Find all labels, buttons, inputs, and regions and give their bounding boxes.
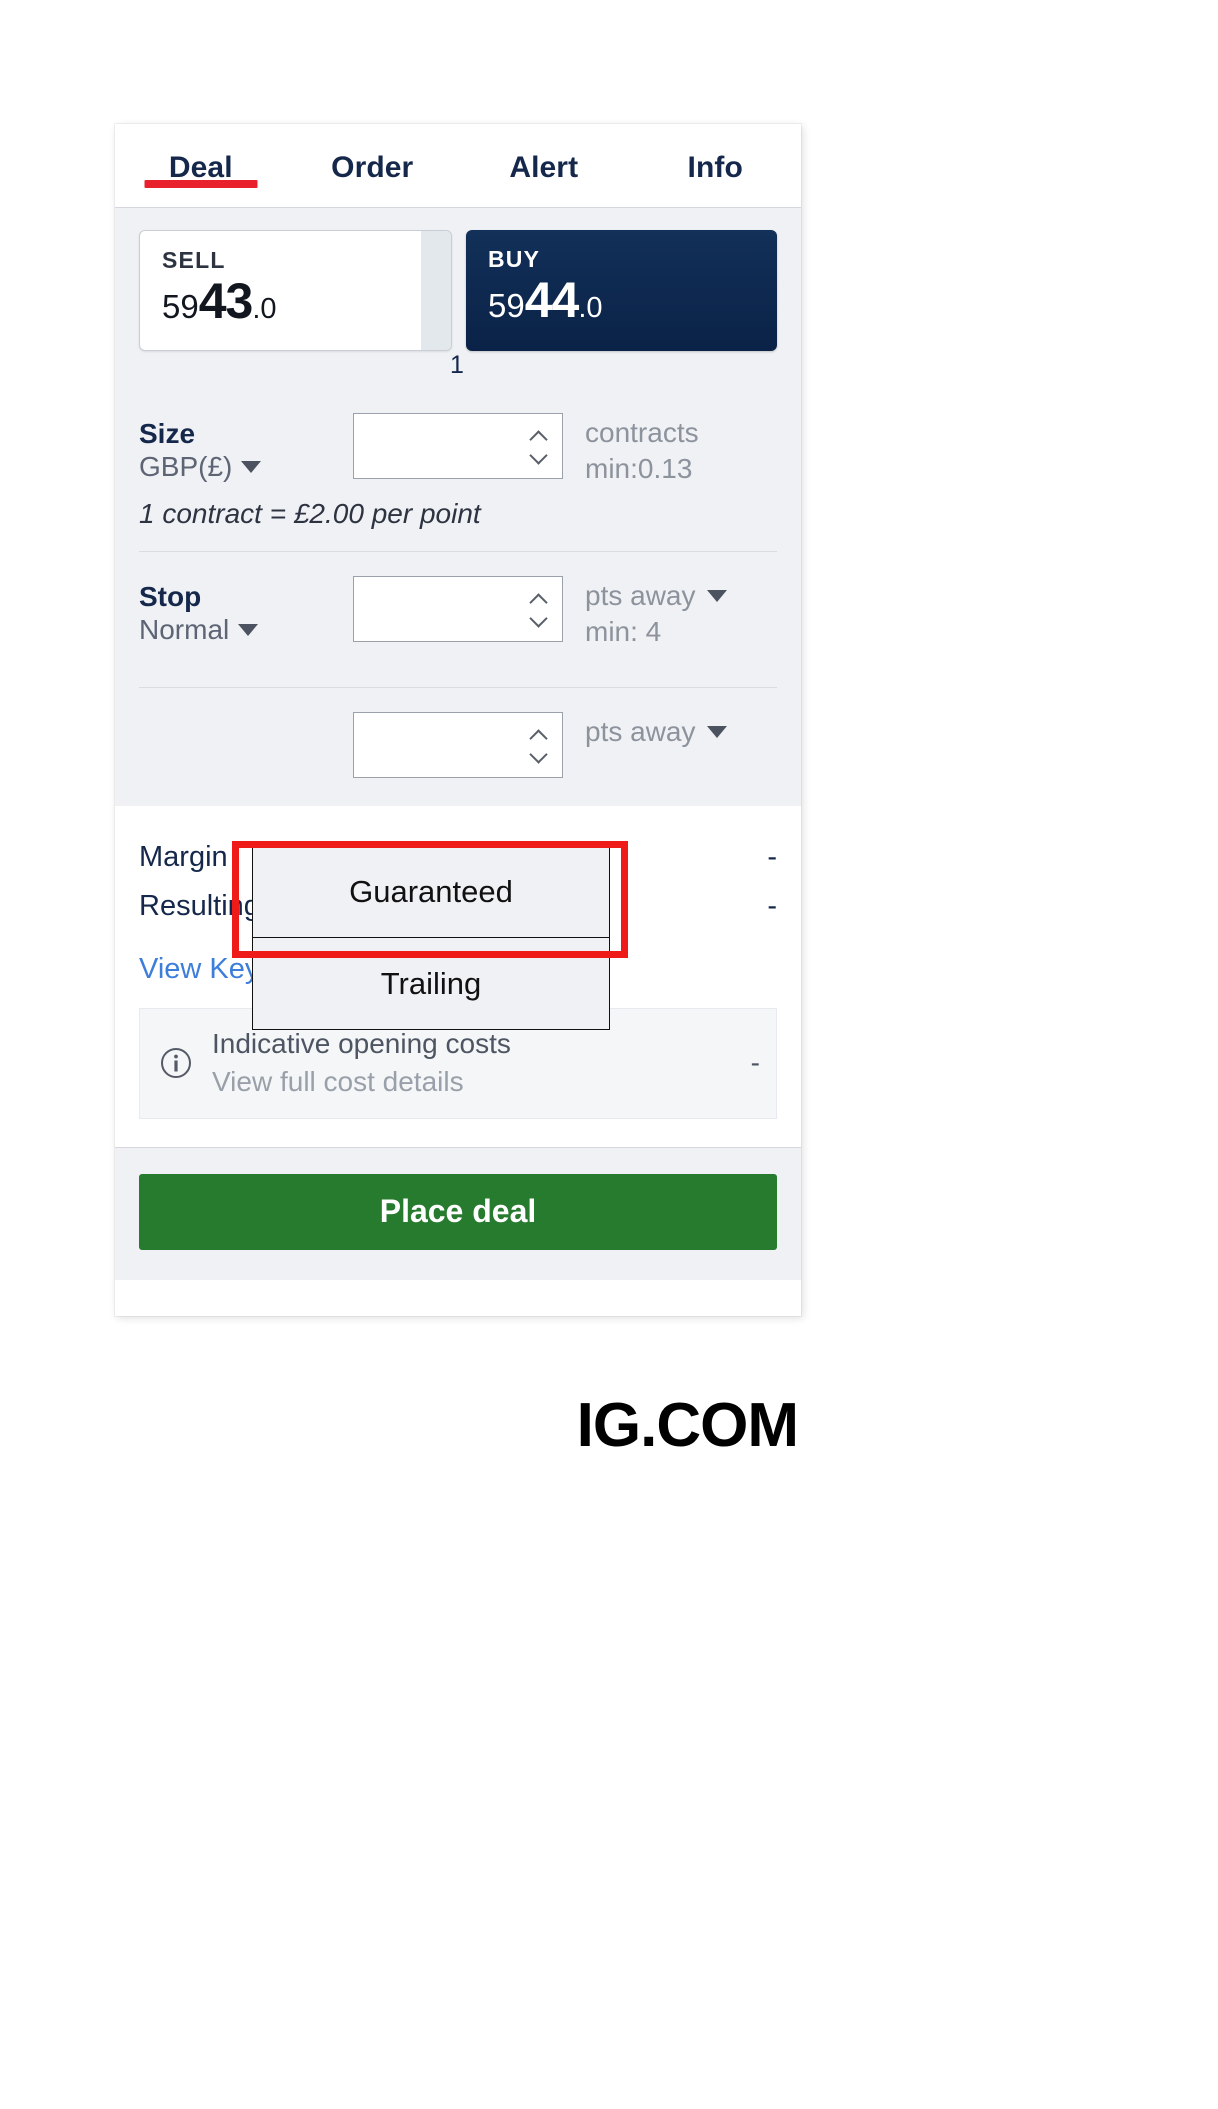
sell-price-big: 43 xyxy=(198,273,254,329)
stepper-up-icon[interactable] xyxy=(532,731,547,740)
deal-ticket-panel: Deal Order Alert Info SELL 5943.0 BUY 59… xyxy=(115,124,801,1316)
buy-price-big: 44 xyxy=(524,272,580,328)
dropdown-option-trailing[interactable]: Trailing xyxy=(253,938,609,1029)
stop-type-dropdown[interactable]: Guaranteed Trailing xyxy=(252,846,610,1030)
stepper-down-icon[interactable] xyxy=(532,451,547,460)
size-label: Size xyxy=(139,418,196,449)
stepper-down-icon[interactable] xyxy=(532,614,547,623)
chevron-down-icon xyxy=(706,589,727,602)
limit-input[interactable] xyxy=(353,711,563,778)
sell-price-tile[interactable]: SELL 5943.0 xyxy=(139,230,452,351)
brand-wrap: IG.COM xyxy=(0,1390,1218,1461)
resulting-position-value: - xyxy=(767,889,777,922)
stepper-down-icon[interactable] xyxy=(532,750,547,759)
divider xyxy=(139,550,777,552)
sell-label: SELL xyxy=(162,247,226,273)
tab-info-label: Info xyxy=(687,151,743,184)
stop-units: pts away min: 4 xyxy=(563,576,727,651)
stop-left: Stop Normal xyxy=(139,576,353,647)
spread-indicator: 1 xyxy=(115,351,801,380)
contract-value-note: 1 contract = £2.00 per point xyxy=(139,497,481,529)
limit-left xyxy=(139,712,353,716)
chevron-down-icon xyxy=(238,623,259,636)
buy-price: 5944.0 xyxy=(488,275,777,325)
spread-value: 1 xyxy=(450,351,464,379)
size-unit-label: contracts xyxy=(585,417,699,448)
chevron-down-icon xyxy=(706,725,727,738)
size-stepper xyxy=(526,414,552,478)
margin-value: - xyxy=(767,840,777,873)
place-deal-button[interactable]: Place deal xyxy=(139,1173,777,1250)
buy-price-tile[interactable]: BUY 5944.0 xyxy=(466,230,777,351)
size-left: Size GBP(£) xyxy=(139,413,353,484)
limit-unit-selector[interactable]: pts away xyxy=(585,714,727,750)
tab-order[interactable]: Order xyxy=(287,124,459,185)
stop-row: Stop Normal pts away min: 4 xyxy=(115,575,801,651)
limit-units: pts away xyxy=(563,712,727,750)
tab-deal[interactable]: Deal xyxy=(115,124,287,188)
stop-label: Stop xyxy=(139,580,202,612)
ig-com-logo: IG.COM xyxy=(576,1391,799,1460)
indicative-costs-value: - xyxy=(750,1047,760,1079)
buy-price-decimal: .0 xyxy=(578,292,603,324)
stop-input[interactable] xyxy=(353,575,563,642)
sell-price-lead: 59 xyxy=(162,288,199,325)
sell-price-decimal: .0 xyxy=(252,293,277,325)
screenshot-root: Deal Order Alert Info SELL 5943.0 BUY 59… xyxy=(0,0,1218,2109)
tab-order-label: Order xyxy=(331,151,414,184)
divider xyxy=(139,686,777,688)
deal-form: SELL 5943.0 BUY 5944.0 1 Size GBP(£) con… xyxy=(115,208,801,1030)
stop-min-label: min: 4 xyxy=(585,616,662,648)
tab-alert[interactable]: Alert xyxy=(458,124,630,185)
chevron-down-icon xyxy=(241,461,262,474)
indicative-costs-title: Indicative opening costs xyxy=(212,1028,511,1060)
limit-stepper xyxy=(526,713,552,777)
stepper-up-icon[interactable] xyxy=(532,432,547,441)
tab-bar: Deal Order Alert Info xyxy=(115,124,801,208)
tab-info[interactable]: Info xyxy=(630,124,802,185)
view-full-cost-details-link[interactable]: View full cost details xyxy=(212,1063,751,1101)
size-min-label: min:0.13 xyxy=(585,453,693,485)
sell-price: 5943.0 xyxy=(162,276,451,326)
stop-unit-label: pts away xyxy=(585,579,696,611)
buy-price-lead: 59 xyxy=(488,287,525,324)
margin-label: Margin xyxy=(139,840,228,873)
stop-stepper xyxy=(526,577,552,641)
tab-alert-label: Alert xyxy=(509,151,579,184)
cost-text-block: Indicative opening costs View full cost … xyxy=(212,1025,751,1101)
size-currency-selector[interactable]: GBP(£) xyxy=(139,450,353,484)
limit-row: pts away xyxy=(115,711,801,806)
tab-active-underline xyxy=(144,180,258,188)
size-input[interactable] xyxy=(353,413,563,479)
stop-type-selector[interactable]: Normal xyxy=(139,613,353,647)
info-icon xyxy=(140,1043,212,1083)
stop-type-label: Normal xyxy=(139,613,230,645)
size-units: contracts min:0.13 xyxy=(563,413,699,488)
stop-unit-selector[interactable]: pts away xyxy=(585,578,727,614)
dropdown-option-guaranteed[interactable]: Guaranteed xyxy=(253,847,609,938)
size-row: Size GBP(£) contracts min:0.13 xyxy=(115,413,801,488)
buy-label: BUY xyxy=(488,246,541,272)
price-tiles: SELL 5943.0 BUY 5944.0 1 xyxy=(115,208,801,379)
stepper-up-icon[interactable] xyxy=(532,595,547,604)
size-currency-label: GBP(£) xyxy=(139,451,233,483)
deal-footer: Place deal xyxy=(115,1146,801,1280)
limit-unit-label: pts away xyxy=(585,715,696,747)
